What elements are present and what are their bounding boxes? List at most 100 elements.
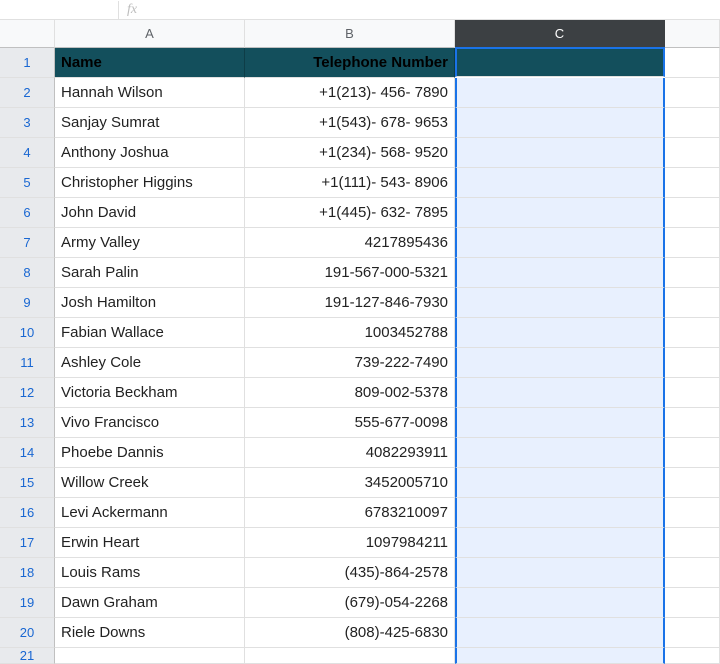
cell-a10[interactable]: Fabian Wallace: [55, 318, 245, 348]
cell-c20[interactable]: [455, 618, 665, 648]
row-head-20[interactable]: 20: [0, 618, 55, 648]
formula-bar[interactable]: fx: [0, 0, 720, 20]
row-head-12[interactable]: 12: [0, 378, 55, 408]
cell-d10[interactable]: [665, 318, 720, 348]
cell-d1[interactable]: [665, 48, 720, 78]
col-head-b[interactable]: B: [245, 20, 455, 48]
cell-d3[interactable]: [665, 108, 720, 138]
cell-b10[interactable]: 1003452788: [245, 318, 455, 348]
cell-c16[interactable]: [455, 498, 665, 528]
cell-c6[interactable]: [455, 198, 665, 228]
cell-d17[interactable]: [665, 528, 720, 558]
cell-a15[interactable]: Willow Creek: [55, 468, 245, 498]
spreadsheet-grid[interactable]: A B C 1 Name Telephone Number 2Hannah Wi…: [0, 20, 720, 664]
row-head-18[interactable]: 18: [0, 558, 55, 588]
row-head-1[interactable]: 1: [0, 48, 55, 78]
cell-a14[interactable]: Phoebe Dannis: [55, 438, 245, 468]
cell-b7[interactable]: 4217895436: [245, 228, 455, 258]
cell-a16[interactable]: Levi Ackermann: [55, 498, 245, 528]
cell-d14[interactable]: [665, 438, 720, 468]
cell-b11[interactable]: 739-222-7490: [245, 348, 455, 378]
row-head-8[interactable]: 8: [0, 258, 55, 288]
cell-d9[interactable]: [665, 288, 720, 318]
cell-a1[interactable]: Name: [55, 48, 245, 78]
cell-d13[interactable]: [665, 408, 720, 438]
cell-b2[interactable]: +1(213)- 456- 7890: [245, 78, 455, 108]
cell-c3[interactable]: [455, 108, 665, 138]
cell-c14[interactable]: [455, 438, 665, 468]
cell-b18[interactable]: (435)-864-2578: [245, 558, 455, 588]
row-head-13[interactable]: 13: [0, 408, 55, 438]
cell-d15[interactable]: [665, 468, 720, 498]
cell-b19[interactable]: (679)-054-2268: [245, 588, 455, 618]
cell-c12[interactable]: [455, 378, 665, 408]
cell-c15[interactable]: [455, 468, 665, 498]
col-head-c[interactable]: C: [455, 20, 665, 48]
cell-a12[interactable]: Victoria Beckham: [55, 378, 245, 408]
row-head-21[interactable]: 21: [0, 648, 55, 664]
cell-c2[interactable]: [455, 78, 665, 108]
row-head-17[interactable]: 17: [0, 528, 55, 558]
cell-b20[interactable]: (808)-425-6830: [245, 618, 455, 648]
row-head-14[interactable]: 14: [0, 438, 55, 468]
cell-c8[interactable]: [455, 258, 665, 288]
cell-a2[interactable]: Hannah Wilson: [55, 78, 245, 108]
row-head-2[interactable]: 2: [0, 78, 55, 108]
cell-c17[interactable]: [455, 528, 665, 558]
cell-c19[interactable]: [455, 588, 665, 618]
cell-b15[interactable]: 3452005710: [245, 468, 455, 498]
row-head-19[interactable]: 19: [0, 588, 55, 618]
cell-b13[interactable]: 555-677-0098: [245, 408, 455, 438]
row-head-3[interactable]: 3: [0, 108, 55, 138]
cell-c9[interactable]: [455, 288, 665, 318]
select-all-corner[interactable]: [0, 20, 55, 48]
cell-a9[interactable]: Josh Hamilton: [55, 288, 245, 318]
cell-d8[interactable]: [665, 258, 720, 288]
cell-a21[interactable]: [55, 648, 245, 664]
row-head-5[interactable]: 5: [0, 168, 55, 198]
cell-b1[interactable]: Telephone Number: [245, 48, 455, 78]
cell-c21[interactable]: [455, 648, 665, 664]
cell-c10[interactable]: [455, 318, 665, 348]
cell-b12[interactable]: 809-002-5378: [245, 378, 455, 408]
cell-b14[interactable]: 4082293911: [245, 438, 455, 468]
cell-a5[interactable]: Christopher Higgins: [55, 168, 245, 198]
cell-b17[interactable]: 1097984211: [245, 528, 455, 558]
cell-b3[interactable]: +1(543)- 678- 9653: [245, 108, 455, 138]
cell-a4[interactable]: Anthony Joshua: [55, 138, 245, 168]
cell-d4[interactable]: [665, 138, 720, 168]
cell-b6[interactable]: +1(445)- 632- 7895: [245, 198, 455, 228]
cell-d7[interactable]: [665, 228, 720, 258]
row-head-4[interactable]: 4: [0, 138, 55, 168]
cell-b9[interactable]: 191-127-846-7930: [245, 288, 455, 318]
cell-c18[interactable]: [455, 558, 665, 588]
row-head-16[interactable]: 16: [0, 498, 55, 528]
cell-a13[interactable]: Vivo Francisco: [55, 408, 245, 438]
cell-d21[interactable]: [665, 648, 720, 664]
cell-a6[interactable]: John David: [55, 198, 245, 228]
row-head-11[interactable]: 11: [0, 348, 55, 378]
cell-d19[interactable]: [665, 588, 720, 618]
cell-b21[interactable]: [245, 648, 455, 664]
cell-b5[interactable]: +1(111)- 543- 8906: [245, 168, 455, 198]
row-head-10[interactable]: 10: [0, 318, 55, 348]
cell-d2[interactable]: [665, 78, 720, 108]
cell-a19[interactable]: Dawn Graham: [55, 588, 245, 618]
row-head-7[interactable]: 7: [0, 228, 55, 258]
cell-a11[interactable]: Ashley Cole: [55, 348, 245, 378]
cell-c11[interactable]: [455, 348, 665, 378]
cell-d16[interactable]: [665, 498, 720, 528]
col-head-d[interactable]: [665, 20, 720, 48]
cell-d6[interactable]: [665, 198, 720, 228]
row-head-9[interactable]: 9: [0, 288, 55, 318]
cell-b16[interactable]: 6783210097: [245, 498, 455, 528]
cell-c7[interactable]: [455, 228, 665, 258]
cell-c13[interactable]: [455, 408, 665, 438]
cell-d20[interactable]: [665, 618, 720, 648]
cell-a17[interactable]: Erwin Heart: [55, 528, 245, 558]
cell-b8[interactable]: 191-567-000-5321: [245, 258, 455, 288]
row-head-6[interactable]: 6: [0, 198, 55, 228]
cell-a18[interactable]: Louis Rams: [55, 558, 245, 588]
cell-c5[interactable]: [455, 168, 665, 198]
cell-a20[interactable]: Riele Downs: [55, 618, 245, 648]
